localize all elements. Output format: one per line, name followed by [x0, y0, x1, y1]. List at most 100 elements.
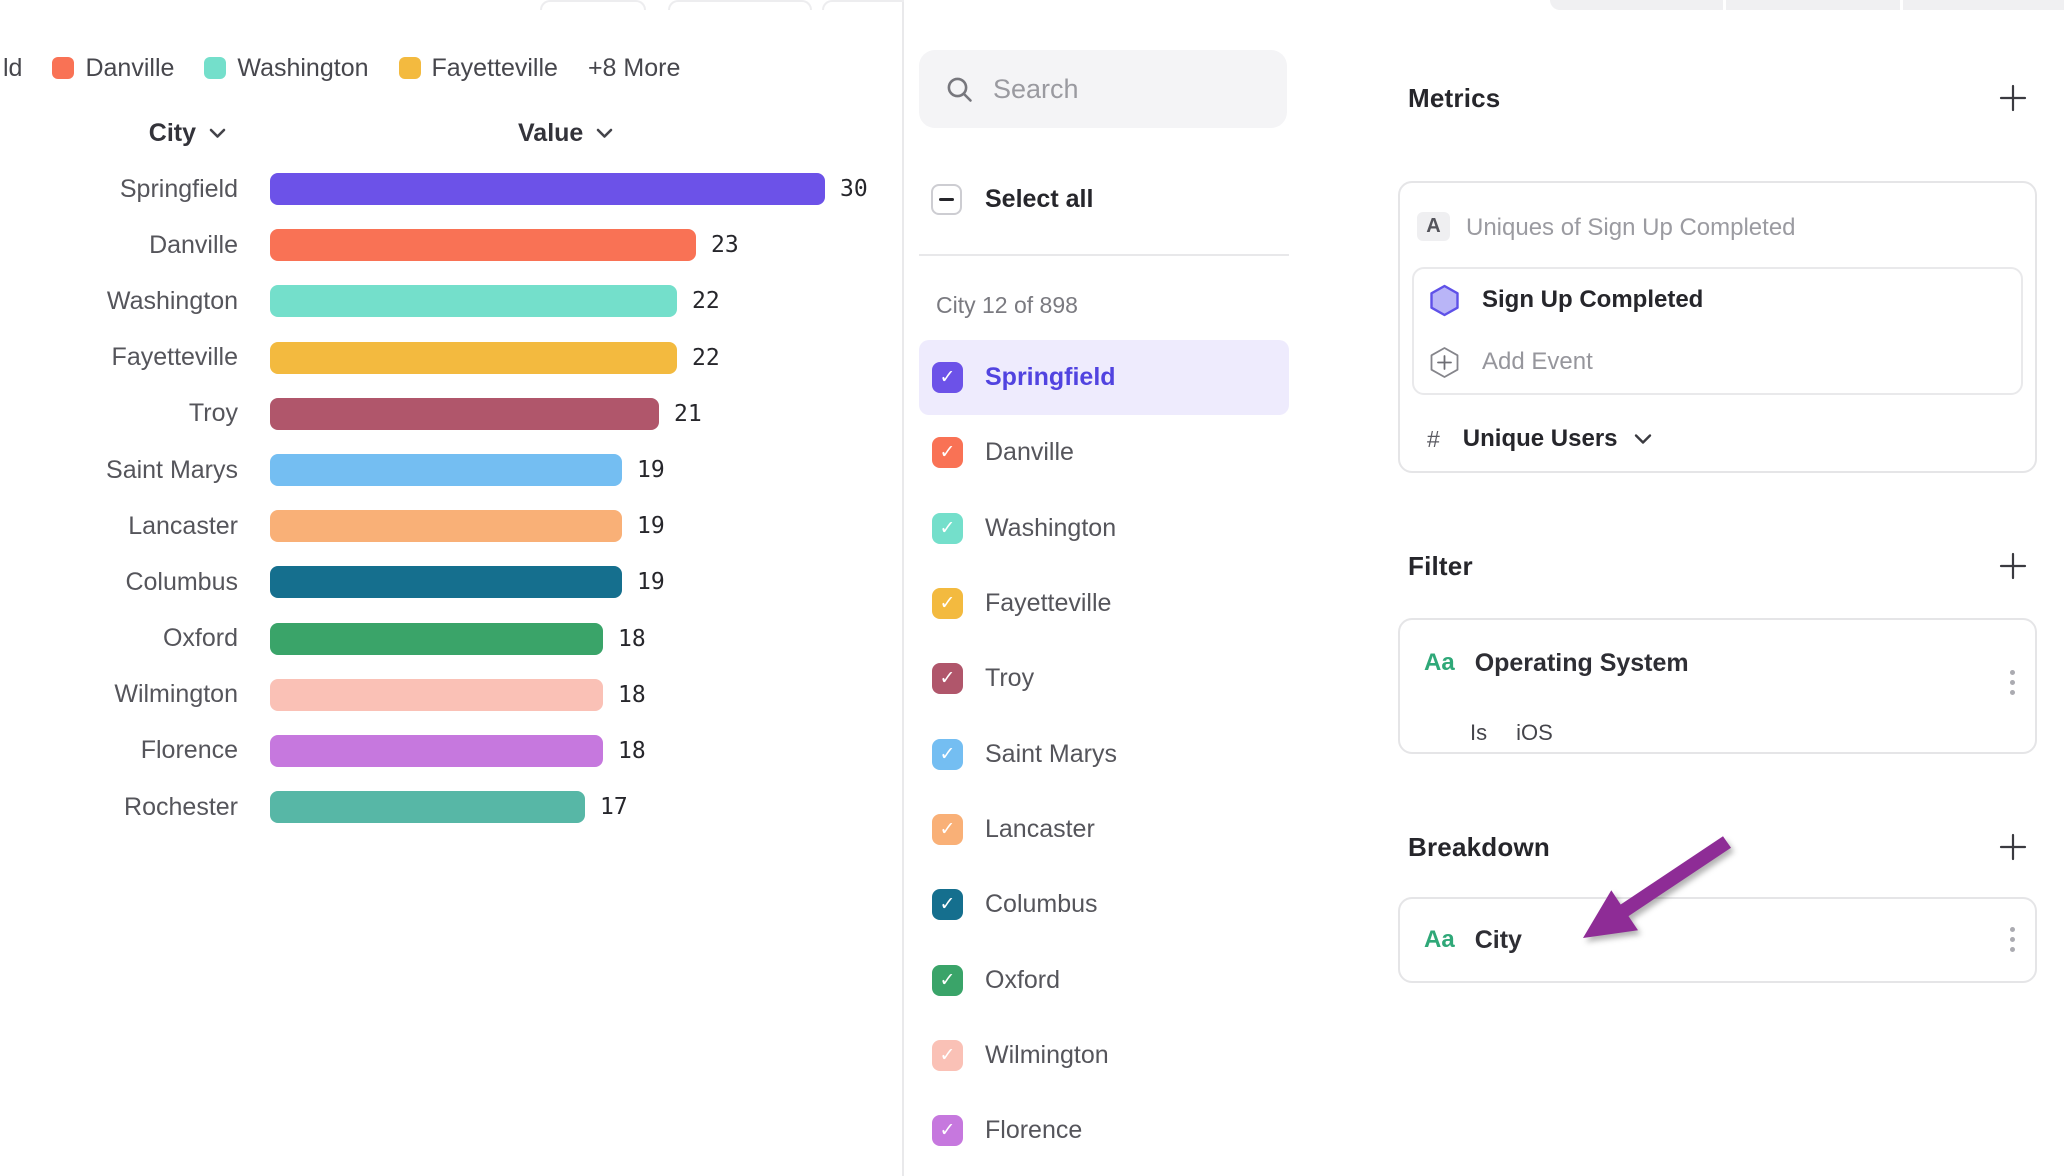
bar-value-label: 22	[692, 288, 720, 314]
checkmark-icon: ✓	[940, 1046, 956, 1065]
city-checkbox[interactable]: ✓	[932, 889, 963, 920]
city-list-item[interactable]: ✓ Troy	[919, 641, 1289, 716]
chart-row: Oxford18	[0, 611, 902, 667]
checkmark-icon: ✓	[940, 1121, 956, 1140]
bar-category-label: Wilmington	[0, 680, 238, 709]
city-checkbox[interactable]: ✓	[932, 588, 963, 619]
bar[interactable]	[270, 454, 622, 486]
text-type-icon: Aa	[1424, 649, 1455, 677]
city-checkbox[interactable]: ✓	[932, 437, 963, 468]
bar-category-label: Columbus	[0, 568, 238, 597]
bar-category-label: Saint Marys	[0, 456, 238, 485]
filter-property-name: Operating System	[1475, 649, 1689, 678]
bar[interactable]	[270, 623, 603, 655]
chevron-down-icon	[209, 128, 226, 139]
filter-condition[interactable]: Is iOS	[1470, 720, 1553, 746]
bar-value-label: 21	[674, 401, 702, 427]
bar[interactable]	[270, 566, 622, 598]
city-list-item[interactable]: ✓Fayetteville	[919, 566, 1289, 641]
segmented-control-clipped[interactable]	[1550, 0, 2064, 10]
tab-ghost	[668, 0, 812, 10]
chart-row: Florence18	[0, 723, 902, 779]
filter-property-row: Aa Operating System	[1424, 620, 1689, 706]
city-list-item[interactable]: ✓Springfield	[919, 340, 1289, 415]
bar[interactable]	[270, 791, 585, 823]
filter-card[interactable]: Aa Operating System Is iOS	[1398, 618, 2037, 754]
city-selector-panel: Select all City 12 of 898 ✓Springfield✓D…	[904, 0, 1368, 1176]
checkmark-icon: ✓	[940, 971, 956, 990]
city-checkbox[interactable]: ✓	[932, 965, 963, 996]
breakdown-property-name: City	[1475, 926, 1522, 955]
sort-header-value[interactable]: Value	[518, 119, 613, 148]
city-label: Wilmington	[985, 1041, 1109, 1070]
city-list-item[interactable]: ✓Danville	[919, 415, 1289, 490]
city-label: Florence	[985, 1116, 1082, 1145]
bar[interactable]	[270, 229, 696, 261]
bar[interactable]	[270, 510, 622, 542]
event-row[interactable]: Sign Up Completed	[1414, 269, 2021, 331]
city-list-item[interactable]: ✓ Wilmington	[919, 1018, 1289, 1093]
breakdown-card[interactable]: Aa City	[1398, 897, 2037, 983]
chart-row: Saint Marys19	[0, 442, 902, 498]
add-breakdown-button[interactable]	[1998, 832, 2028, 862]
chart-row: Washington22	[0, 273, 902, 329]
filter-title: Filter	[1408, 551, 1473, 582]
metric-letter-badge: A	[1417, 212, 1450, 241]
chart-row: Columbus19	[0, 554, 902, 610]
city-list-item[interactable]: ✓Oxford	[919, 942, 1289, 1017]
city-header-label: City	[149, 119, 196, 148]
city-label: Saint Marys	[985, 740, 1117, 769]
bar[interactable]	[270, 679, 603, 711]
search-input[interactable]	[991, 73, 1255, 106]
city-checkbox[interactable]: ✓	[932, 513, 963, 544]
chart-row: Rochester17	[0, 779, 902, 835]
city-checkbox[interactable]: ✓	[932, 362, 963, 393]
bar[interactable]	[270, 735, 603, 767]
city-checkbox[interactable]: ✓	[932, 814, 963, 845]
select-all-checkbox[interactable]	[931, 184, 962, 215]
add-event-hexagon-icon	[1429, 346, 1460, 379]
city-list-item[interactable]: ✓Washington	[919, 491, 1289, 566]
city-list: ✓Springfield✓Danville✓Washington✓Fayette…	[919, 340, 1289, 1168]
city-checkbox[interactable]: ✓	[932, 1115, 963, 1146]
legend-item[interactable]: Fayetteville	[399, 54, 558, 83]
bar[interactable]	[270, 285, 677, 317]
filter-value: iOS	[1516, 720, 1553, 746]
checkmark-icon: ✓	[940, 519, 956, 538]
bar-value-label: 23	[711, 232, 739, 258]
metrics-title: Metrics	[1408, 83, 1500, 114]
kebab-menu-icon[interactable]	[2010, 670, 2015, 695]
city-checkbox[interactable]: ✓	[932, 663, 963, 694]
checkmark-icon: ✓	[940, 443, 956, 462]
bar[interactable]	[270, 398, 659, 430]
bar[interactable]	[270, 342, 677, 374]
city-list-item[interactable]: ✓Columbus	[919, 867, 1289, 942]
city-list-item[interactable]: ✓Lancaster	[919, 792, 1289, 867]
sort-header-city[interactable]: City	[0, 119, 226, 148]
add-event-row[interactable]: Add Event	[1414, 331, 2021, 393]
city-label: Troy	[985, 664, 1034, 693]
legend-label: Danville	[85, 54, 174, 83]
chart-legend: ld DanvilleWashingtonFayetteville +8 Mor…	[3, 55, 680, 81]
city-list-item[interactable]: ✓ Saint Marys	[919, 716, 1289, 791]
checkmark-icon: ✓	[940, 745, 956, 764]
legend-item[interactable]: Danville	[52, 54, 174, 83]
add-filter-button[interactable]	[1998, 551, 2028, 581]
select-all-row[interactable]: Select all	[931, 184, 1093, 215]
kebab-menu-icon[interactable]	[2010, 927, 2015, 952]
bar-value-label: 18	[618, 738, 646, 764]
search-box[interactable]	[919, 50, 1287, 128]
city-checkbox[interactable]: ✓	[932, 1040, 963, 1071]
city-list-item[interactable]: ✓ Florence	[919, 1093, 1289, 1168]
legend-more-label[interactable]: +8 More	[588, 54, 680, 83]
bar[interactable]	[270, 173, 825, 205]
checkmark-icon: ✓	[940, 820, 956, 839]
legend-item[interactable]: Washington	[204, 54, 368, 83]
chart-row: Springfield30	[0, 161, 902, 217]
aggregation-selector[interactable]: # Unique Users	[1427, 421, 1652, 457]
add-metric-button[interactable]	[1998, 83, 2028, 113]
city-checkbox[interactable]: ✓	[932, 739, 963, 770]
chart-row: Wilmington18	[0, 667, 902, 723]
analytics-app: ld DanvilleWashingtonFayetteville +8 Mor…	[0, 0, 2064, 1176]
city-count-label: City 12 of 898	[936, 292, 1078, 319]
